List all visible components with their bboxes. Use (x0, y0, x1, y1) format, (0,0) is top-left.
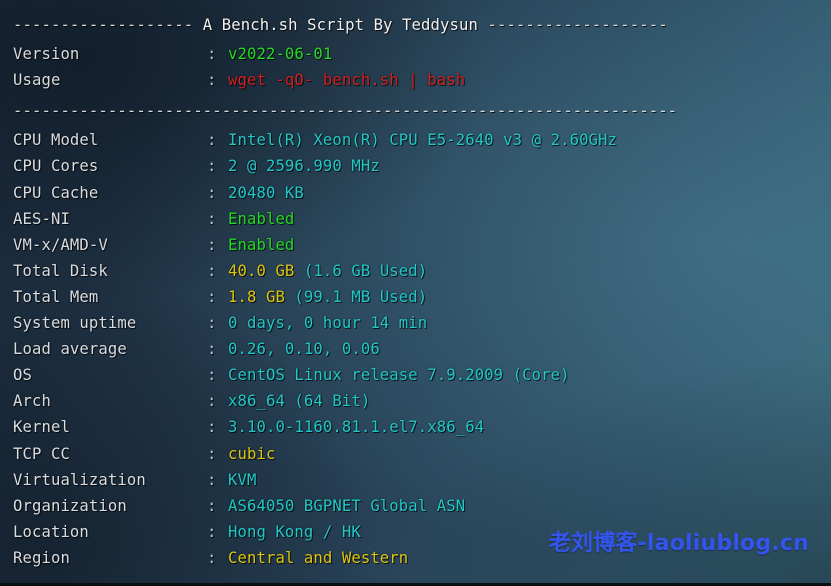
label-location: Location (13, 519, 207, 545)
banner-line: ------------------- A Bench.sh Script By… (0, 12, 831, 38)
label-organization: Organization (13, 493, 207, 519)
value-arch: x86_64 (64 Bit) (228, 392, 370, 410)
row-arch: Arch:x86_64 (64 Bit) (0, 388, 831, 414)
label-virtualization: Virtualization (13, 467, 207, 493)
value-total-mem: 1.8 GB (228, 288, 285, 306)
value-organization: AS64050 BGPNET Global ASN (228, 497, 465, 515)
colon-vmx-amdv: : (207, 232, 228, 258)
value-total-mem-used: (99.1 MB Used) (285, 288, 427, 306)
value-aes-ni: Enabled (228, 210, 294, 228)
label-system-uptime: System uptime (13, 310, 207, 336)
value-version: v2022-06-01 (228, 45, 332, 63)
banner-right-dashes: ------------------- (487, 16, 667, 34)
value-region: Central and Western (228, 549, 408, 567)
label-cpu-model: CPU Model (13, 127, 207, 153)
row-aes-ni: AES-NI:Enabled (0, 206, 831, 232)
label-arch: Arch (13, 388, 207, 414)
label-cpu-cache: CPU Cache (13, 180, 207, 206)
colon-cpu-cores: : (207, 153, 228, 179)
terminal-screen: ------------------- A Bench.sh Script By… (0, 0, 831, 586)
colon-arch: : (207, 388, 228, 414)
colon-location: : (207, 519, 228, 545)
colon-organization: : (207, 493, 228, 519)
row-kernel: Kernel:3.10.0-1160.81.1.el7.x86_64 (0, 414, 831, 440)
label-version: Version (13, 41, 207, 67)
row-cpu-cores: CPU Cores:2 @ 2596.990 MHz (0, 153, 831, 179)
colon-kernel: : (207, 414, 228, 440)
row-load-average: Load average:0.26, 0.10, 0.06 (0, 336, 831, 362)
row-cpu-cache: CPU Cache:20480 KB (0, 180, 831, 206)
label-os: OS (13, 362, 207, 388)
colon-system-uptime: : (207, 310, 228, 336)
label-vmx-amdv: VM-x/AMD-V (13, 232, 207, 258)
row-virtualization: Virtualization:KVM (0, 467, 831, 493)
colon-usage: : (207, 67, 228, 93)
row-cpu-model: CPU Model:Intel(R) Xeon(R) CPU E5-2640 v… (0, 127, 831, 153)
row-total-disk: Total Disk:40.0 GB (1.6 GB Used) (0, 258, 831, 284)
value-virtualization: KVM (228, 471, 256, 489)
separator-top: ----------------------------------------… (0, 98, 831, 124)
row-version: Version:v2022-06-01 (0, 41, 831, 67)
value-cpu-cache: 20480 KB (228, 184, 304, 202)
colon-total-mem: : (207, 284, 228, 310)
colon-cpu-model: : (207, 127, 228, 153)
colon-load-average: : (207, 336, 228, 362)
label-tcp-cc: TCP CC (13, 441, 207, 467)
value-vmx-amdv: Enabled (228, 236, 294, 254)
label-usage: Usage (13, 67, 207, 93)
row-total-mem: Total Mem:1.8 GB (99.1 MB Used) (0, 284, 831, 310)
label-total-mem: Total Mem (13, 284, 207, 310)
value-system-uptime: 0 days, 0 hour 14 min (228, 314, 427, 332)
separator-bottom: ----------------------------------------… (0, 576, 831, 586)
colon-region: : (207, 545, 228, 571)
banner-title: A Bench.sh Script By Teddysun (203, 16, 478, 34)
colon-tcp-cc: : (207, 441, 228, 467)
row-system-uptime: System uptime:0 days, 0 hour 14 min (0, 310, 831, 336)
colon-total-disk: : (207, 258, 228, 284)
colon-aes-ni: : (207, 206, 228, 232)
row-usage: Usage:wget -qO- bench.sh | bash (0, 67, 831, 93)
value-usage: wget -qO- bench.sh | bash (228, 71, 465, 89)
label-aes-ni: AES-NI (13, 206, 207, 232)
value-total-disk: 40.0 GB (228, 262, 294, 280)
row-organization: Organization:AS64050 BGPNET Global ASN (0, 493, 831, 519)
row-vmx-amdv: VM-x/AMD-V:Enabled (0, 232, 831, 258)
terminal-window[interactable]: ------------------- A Bench.sh Script By… (0, 0, 831, 586)
watermark-laoliublog: 老刘博客-laoliublog.cn (549, 525, 809, 557)
value-total-disk-used: (1.6 GB Used) (294, 262, 427, 280)
value-location: Hong Kong / HK (228, 523, 361, 541)
label-cpu-cores: CPU Cores (13, 153, 207, 179)
value-cpu-model: Intel(R) Xeon(R) CPU E5-2640 v3 @ 2.60GH… (228, 131, 617, 149)
value-os: CentOS Linux release 7.9.2009 (Core) (228, 366, 570, 384)
colon-os: : (207, 362, 228, 388)
row-os: OS:CentOS Linux release 7.9.2009 (Core) (0, 362, 831, 388)
colon-cpu-cache: : (207, 180, 228, 206)
colon-virtualization: : (207, 467, 228, 493)
value-tcp-cc: cubic (228, 445, 275, 463)
label-kernel: Kernel (13, 414, 207, 440)
colon-version: : (207, 41, 228, 67)
value-load-average: 0.26, 0.10, 0.06 (228, 340, 380, 358)
value-cpu-cores: 2 @ 2596.990 MHz (228, 157, 380, 175)
row-tcp-cc: TCP CC:cubic (0, 441, 831, 467)
banner-left-dashes: ------------------- (13, 16, 193, 34)
label-region: Region (13, 545, 207, 571)
label-load-average: Load average (13, 336, 207, 362)
value-kernel: 3.10.0-1160.81.1.el7.x86_64 (228, 418, 484, 436)
label-total-disk: Total Disk (13, 258, 207, 284)
